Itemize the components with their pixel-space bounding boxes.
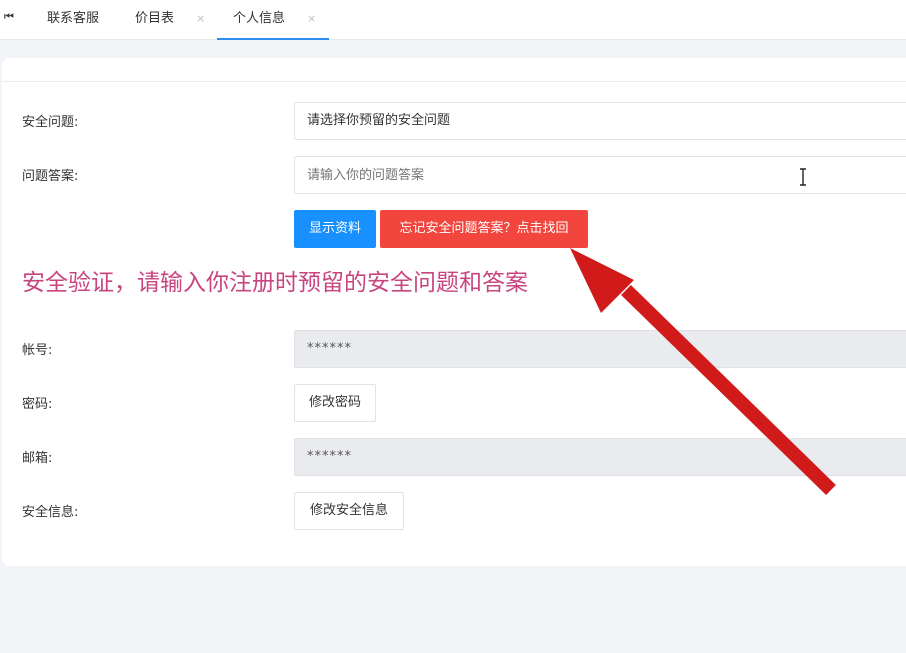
answer-label: 问题答案: xyxy=(22,169,79,184)
tab-label: 价目表 xyxy=(135,11,175,26)
account-value: ****** xyxy=(307,341,352,356)
show-info-button[interactable]: 显示资料 xyxy=(294,210,376,248)
first-tab-icon[interactable]: ⏮ xyxy=(4,10,14,24)
change-security-info-button[interactable]: 修改安全信息 xyxy=(294,492,404,530)
tab-personal-info[interactable]: 个人信息 × xyxy=(217,0,329,40)
password-label: 密码: xyxy=(22,397,53,412)
forgot-answer-button[interactable]: 忘记安全问题答案？点击找回 xyxy=(380,210,588,248)
text-cursor-icon xyxy=(798,168,808,190)
security-notice: 安全验证，请输入你注册时预留的安全问题和答案 xyxy=(22,270,528,296)
tab-customer-service[interactable]: 联系客服 xyxy=(47,0,99,40)
email-value: ****** xyxy=(307,449,352,464)
close-icon[interactable]: × xyxy=(307,0,316,38)
security-info-label: 安全信息: xyxy=(22,505,79,520)
change-password-button[interactable]: 修改密码 xyxy=(294,384,376,422)
tab-label: 联系客服 xyxy=(47,11,100,26)
security-question-value: 请选择你预留的安全问题 xyxy=(307,113,451,128)
card-header-divider xyxy=(2,81,906,82)
tab-bar: ⏮ 联系客服 价目表 × 个人信息 × xyxy=(0,0,906,40)
tab-label: 个人信息 xyxy=(233,11,286,26)
email-label: 邮箱: xyxy=(22,451,53,466)
answer-input[interactable] xyxy=(294,156,906,194)
account-label: 帐号: xyxy=(22,343,53,358)
email-field: ****** xyxy=(294,438,906,476)
security-question-label: 安全问题: xyxy=(22,115,79,130)
close-icon[interactable]: × xyxy=(196,0,205,38)
tab-price-list[interactable]: 价目表 × xyxy=(135,0,205,40)
account-field: ****** xyxy=(294,330,906,368)
security-question-select[interactable]: 请选择你预留的安全问题 xyxy=(294,102,906,140)
